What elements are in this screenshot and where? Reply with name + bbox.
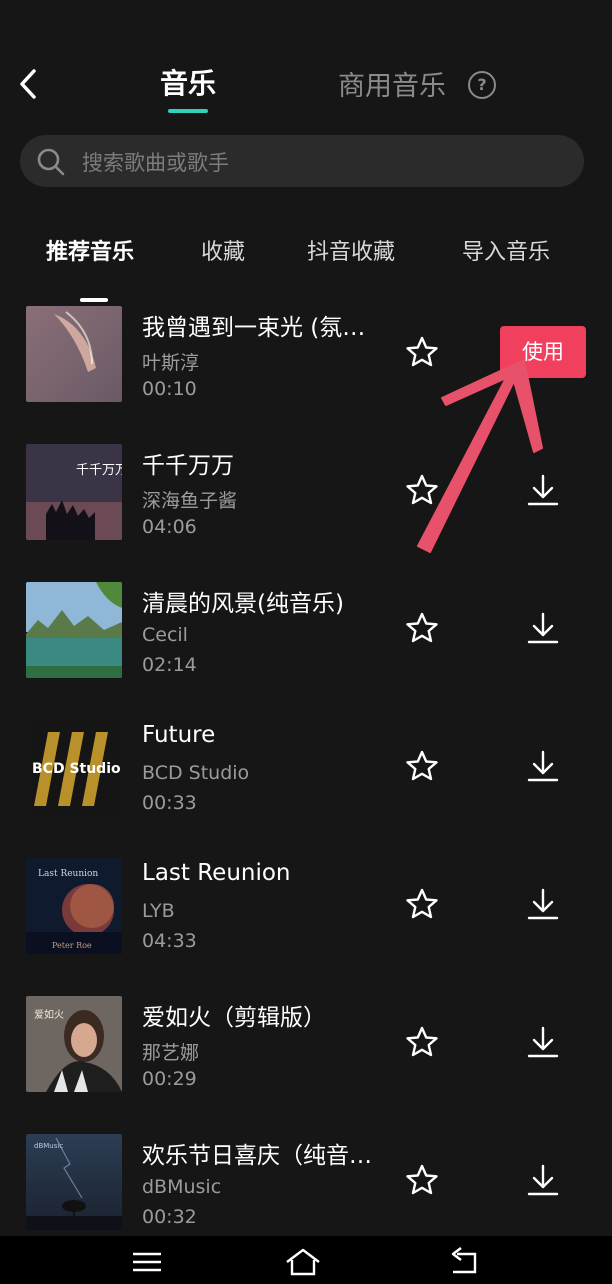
use-button[interactable]: 使用 — [500, 326, 586, 378]
star-outline-icon — [406, 1164, 438, 1195]
download-icon — [527, 474, 559, 506]
star-outline-icon — [406, 750, 438, 781]
song-duration: 02:14 — [142, 654, 197, 676]
download-button[interactable] — [524, 1024, 562, 1062]
star-outline-icon — [406, 1026, 438, 1057]
star-outline-icon — [406, 474, 438, 505]
favorite-button[interactable] — [404, 748, 440, 784]
song-duration: 00:32 — [142, 1206, 197, 1228]
song-duration: 04:06 — [142, 516, 197, 538]
song-title: 爱如火（剪辑版） — [142, 1005, 326, 1031]
search-bar[interactable]: 搜索歌曲或歌手 — [20, 135, 584, 187]
download-icon — [527, 612, 559, 644]
download-button[interactable] — [524, 610, 562, 648]
search-icon — [37, 148, 65, 176]
song-artist: 那艺娜 — [142, 1042, 200, 1064]
cover-text: Peter Roe — [52, 941, 92, 950]
download-button[interactable] — [524, 472, 562, 510]
cover-text: 爱如火 — [34, 1008, 64, 1021]
return-icon — [451, 1247, 477, 1274]
song-duration: 00:10 — [142, 378, 197, 400]
favorite-button[interactable] — [404, 610, 440, 646]
download-icon — [527, 1026, 559, 1058]
download-button[interactable] — [524, 748, 562, 786]
favorite-button[interactable] — [404, 1024, 440, 1060]
top-bar: 音乐 商用音乐 ? — [0, 0, 612, 120]
song-row[interactable]: 千千万万 千千万万 深海鱼子酱 04:06 — [0, 438, 612, 576]
download-button[interactable] — [524, 886, 562, 924]
subtab-douyin-favorites[interactable]: 抖音收藏 — [307, 234, 395, 266]
song-title: 我曾遇到一束光 (氛… — [142, 315, 366, 341]
download-icon — [527, 750, 559, 782]
cover-text: dBMusic — [34, 1142, 63, 1150]
song-duration: 00:33 — [142, 792, 197, 814]
nav-back-button[interactable] — [445, 1244, 485, 1278]
tab-active-indicator — [168, 109, 208, 113]
chevron-left-icon — [20, 69, 36, 99]
song-row[interactable]: 我曾遇到一束光 (氛… 叶斯淳 00:10 使用 — [0, 300, 612, 438]
subtab-import-music[interactable]: 导入音乐 — [462, 234, 550, 266]
song-title: Last Reunion — [142, 860, 291, 886]
song-artist: LYB — [142, 900, 175, 922]
search-input[interactable]: 搜索歌曲或歌手 — [82, 147, 229, 177]
nav-home-button[interactable] — [283, 1244, 323, 1278]
song-artist: 深海鱼子酱 — [142, 490, 238, 512]
song-artist: 叶斯淳 — [142, 352, 200, 374]
album-cover — [26, 306, 122, 402]
home-icon — [286, 1248, 320, 1276]
favorite-button[interactable] — [404, 472, 440, 508]
star-outline-icon — [406, 612, 438, 643]
song-title: Future — [142, 722, 216, 748]
subtab-recommended[interactable]: 推荐音乐 — [46, 234, 134, 266]
system-nav-bar — [0, 1236, 612, 1284]
song-artist: dBMusic — [142, 1176, 222, 1198]
back-button[interactable] — [16, 66, 44, 102]
album-cover: Last Reunion Peter Roe — [26, 858, 122, 954]
cover-text: Last Reunion — [38, 869, 98, 879]
song-title: 千千万万 — [142, 453, 234, 479]
song-title: 清晨的风景(纯音乐) — [142, 591, 344, 617]
album-cover — [26, 582, 122, 678]
star-outline-icon — [406, 336, 438, 367]
song-duration: 04:33 — [142, 930, 197, 952]
menu-icon — [133, 1252, 161, 1272]
subtab-favorites[interactable]: 收藏 — [201, 234, 245, 266]
tab-commercial-music[interactable]: 商用音乐 — [338, 64, 446, 103]
question-circle-icon[interactable]: ? — [468, 71, 496, 99]
album-cover: BCD Studio — [26, 720, 122, 816]
cover-text: BCD Studio — [32, 761, 121, 777]
song-row[interactable]: 爱如火 爱如火（剪辑版） 那艺娜 00:29 — [0, 990, 612, 1128]
nav-menu-button[interactable] — [127, 1244, 167, 1278]
song-artist: BCD Studio — [142, 762, 250, 784]
download-button[interactable] — [524, 1162, 562, 1200]
album-cover: dBMusic — [26, 1134, 122, 1230]
star-outline-icon — [406, 888, 438, 919]
song-artist: Cecil — [142, 624, 188, 646]
song-row[interactable]: 清晨的风景(纯音乐) Cecil 02:14 — [0, 576, 612, 714]
album-cover: 爱如火 — [26, 996, 122, 1092]
download-icon — [527, 888, 559, 920]
album-cover: 千千万万 — [26, 444, 122, 540]
favorite-button[interactable] — [404, 1162, 440, 1198]
favorite-button[interactable] — [404, 886, 440, 922]
category-tabs: 推荐音乐 收藏 抖音收藏 导入音乐 — [0, 224, 612, 302]
song-row[interactable]: BCD Studio Future BCD Studio 00:33 — [0, 714, 612, 852]
song-title: 欢乐节日喜庆（纯音… — [142, 1143, 372, 1169]
song-duration: 00:29 — [142, 1068, 197, 1090]
tab-music[interactable]: 音乐 — [160, 62, 216, 102]
cover-text: 千千万万 — [76, 463, 122, 478]
song-row[interactable]: Last Reunion Peter Roe Last Reunion LYB … — [0, 852, 612, 990]
download-icon — [527, 1164, 559, 1196]
favorite-button[interactable] — [404, 334, 440, 370]
